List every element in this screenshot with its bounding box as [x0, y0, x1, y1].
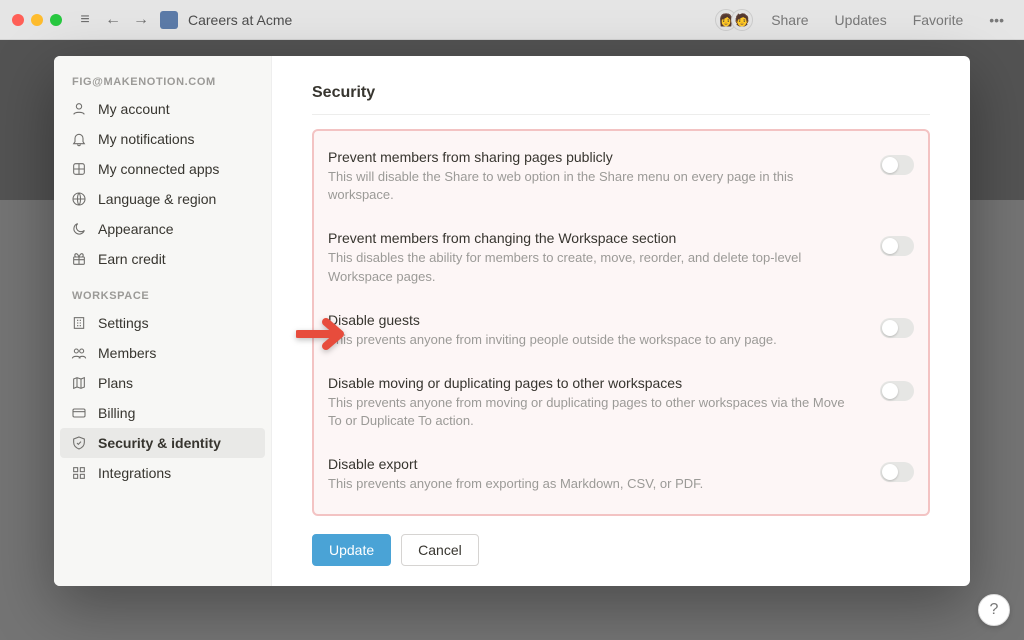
sidebar-item-language[interactable]: Language & region	[60, 184, 265, 214]
globe-icon	[70, 190, 88, 208]
update-button[interactable]: Update	[312, 534, 391, 566]
setting-title: Prevent members from sharing pages publi…	[328, 149, 860, 165]
more-icon[interactable]: •••	[981, 12, 1012, 28]
cancel-button[interactable]: Cancel	[401, 534, 479, 566]
minimize-window-icon[interactable]	[31, 14, 43, 26]
sidebar-item-label: Settings	[98, 315, 149, 331]
callout-arrow-icon	[296, 314, 356, 354]
setting-title: Disable moving or duplicating pages to o…	[328, 375, 860, 391]
settings-modal: FIG@MAKENOTION.COM My account My notific…	[54, 56, 970, 586]
back-icon[interactable]: ←	[104, 11, 122, 29]
sidebar-item-label: Plans	[98, 375, 133, 391]
forward-icon[interactable]: →	[132, 11, 150, 29]
building-icon	[70, 314, 88, 332]
setting-title: Disable export	[328, 456, 860, 472]
sidebar-item-label: My account	[98, 101, 170, 117]
gift-icon	[70, 250, 88, 268]
setting-disable-move-duplicate: Disable moving or duplicating pages to o…	[328, 363, 914, 444]
workspace-header: WORKSPACE	[60, 284, 265, 308]
setting-disable-guests: Disable guests This prevents anyone from…	[328, 300, 914, 363]
help-button[interactable]: ?	[978, 594, 1010, 626]
sidebar-item-security[interactable]: Security & identity	[60, 428, 265, 458]
sidebar-item-label: Billing	[98, 405, 135, 421]
presence-avatars[interactable]: 👩 🧑	[721, 9, 753, 31]
setting-desc: This disables the ability for members to…	[328, 249, 860, 285]
sidebar-item-earn-credit[interactable]: Earn credit	[60, 244, 265, 274]
sidebar-item-label: Language & region	[98, 191, 216, 207]
setting-desc: This prevents anyone from exporting as M…	[328, 475, 860, 493]
toggle-disable-export[interactable]	[880, 462, 914, 482]
people-icon	[70, 344, 88, 362]
settings-sidebar: FIG@MAKENOTION.COM My account My notific…	[54, 56, 272, 586]
sidebar-item-notifications[interactable]: My notifications	[60, 124, 265, 154]
favorite-button[interactable]: Favorite	[905, 12, 972, 28]
account-header: FIG@MAKENOTION.COM	[60, 70, 265, 94]
setting-prevent-public-share: Prevent members from sharing pages publi…	[328, 137, 914, 218]
sidebar-item-settings[interactable]: Settings	[60, 308, 265, 338]
setting-desc: This will disable the Share to web optio…	[328, 168, 860, 204]
close-window-icon[interactable]	[12, 14, 24, 26]
map-icon	[70, 374, 88, 392]
sidebar-item-members[interactable]: Members	[60, 338, 265, 368]
sidebar-item-plans[interactable]: Plans	[60, 368, 265, 398]
topbar: ≡ ← → Careers at Acme 👩 🧑 Share Updates …	[0, 0, 1024, 40]
avatar[interactable]: 🧑	[731, 9, 753, 31]
integration-icon	[70, 464, 88, 482]
hamburger-icon[interactable]: ≡	[76, 11, 94, 29]
actions-row: Update Cancel	[312, 534, 930, 566]
settings-title: Security	[312, 84, 930, 115]
card-icon	[70, 404, 88, 422]
toggle-prevent-public-share[interactable]	[880, 155, 914, 175]
setting-desc: This prevents anyone from inviting peopl…	[328, 331, 860, 349]
shield-icon	[70, 434, 88, 452]
sidebar-item-label: Earn credit	[98, 251, 166, 267]
moon-icon	[70, 220, 88, 238]
setting-title: Disable guests	[328, 312, 860, 328]
sidebar-item-connected-apps[interactable]: My connected apps	[60, 154, 265, 184]
sidebar-item-appearance[interactable]: Appearance	[60, 214, 265, 244]
page-emoji-icon	[160, 11, 178, 29]
settings-main: Security Prevent members from sharing pa…	[272, 56, 970, 586]
setting-desc: This prevents anyone from moving or dupl…	[328, 394, 860, 430]
share-button[interactable]: Share	[763, 12, 816, 28]
sidebar-item-billing[interactable]: Billing	[60, 398, 265, 428]
sidebar-item-label: Security & identity	[98, 435, 221, 451]
updates-button[interactable]: Updates	[827, 12, 895, 28]
sidebar-item-label: My connected apps	[98, 161, 219, 177]
toggle-prevent-workspace-change[interactable]	[880, 236, 914, 256]
sidebar-item-integrations[interactable]: Integrations	[60, 458, 265, 488]
setting-title: Prevent members from changing the Worksp…	[328, 230, 860, 246]
setting-prevent-workspace-change: Prevent members from changing the Worksp…	[328, 218, 914, 299]
security-settings-block: Prevent members from sharing pages publi…	[312, 129, 930, 516]
sidebar-item-label: Members	[98, 345, 156, 361]
sidebar-item-label: Integrations	[98, 465, 171, 481]
app-grid-icon	[70, 160, 88, 178]
sidebar-item-label: Appearance	[98, 221, 174, 237]
window-traffic-lights[interactable]	[12, 14, 62, 26]
bell-icon	[70, 130, 88, 148]
sidebar-item-label: My notifications	[98, 131, 194, 147]
page-title[interactable]: Careers at Acme	[188, 12, 292, 28]
sidebar-item-my-account[interactable]: My account	[60, 94, 265, 124]
fullscreen-window-icon[interactable]	[50, 14, 62, 26]
toggle-disable-guests[interactable]	[880, 318, 914, 338]
setting-disable-export: Disable export This prevents anyone from…	[328, 444, 914, 507]
user-circle-icon	[70, 100, 88, 118]
toggle-disable-move-duplicate[interactable]	[880, 381, 914, 401]
